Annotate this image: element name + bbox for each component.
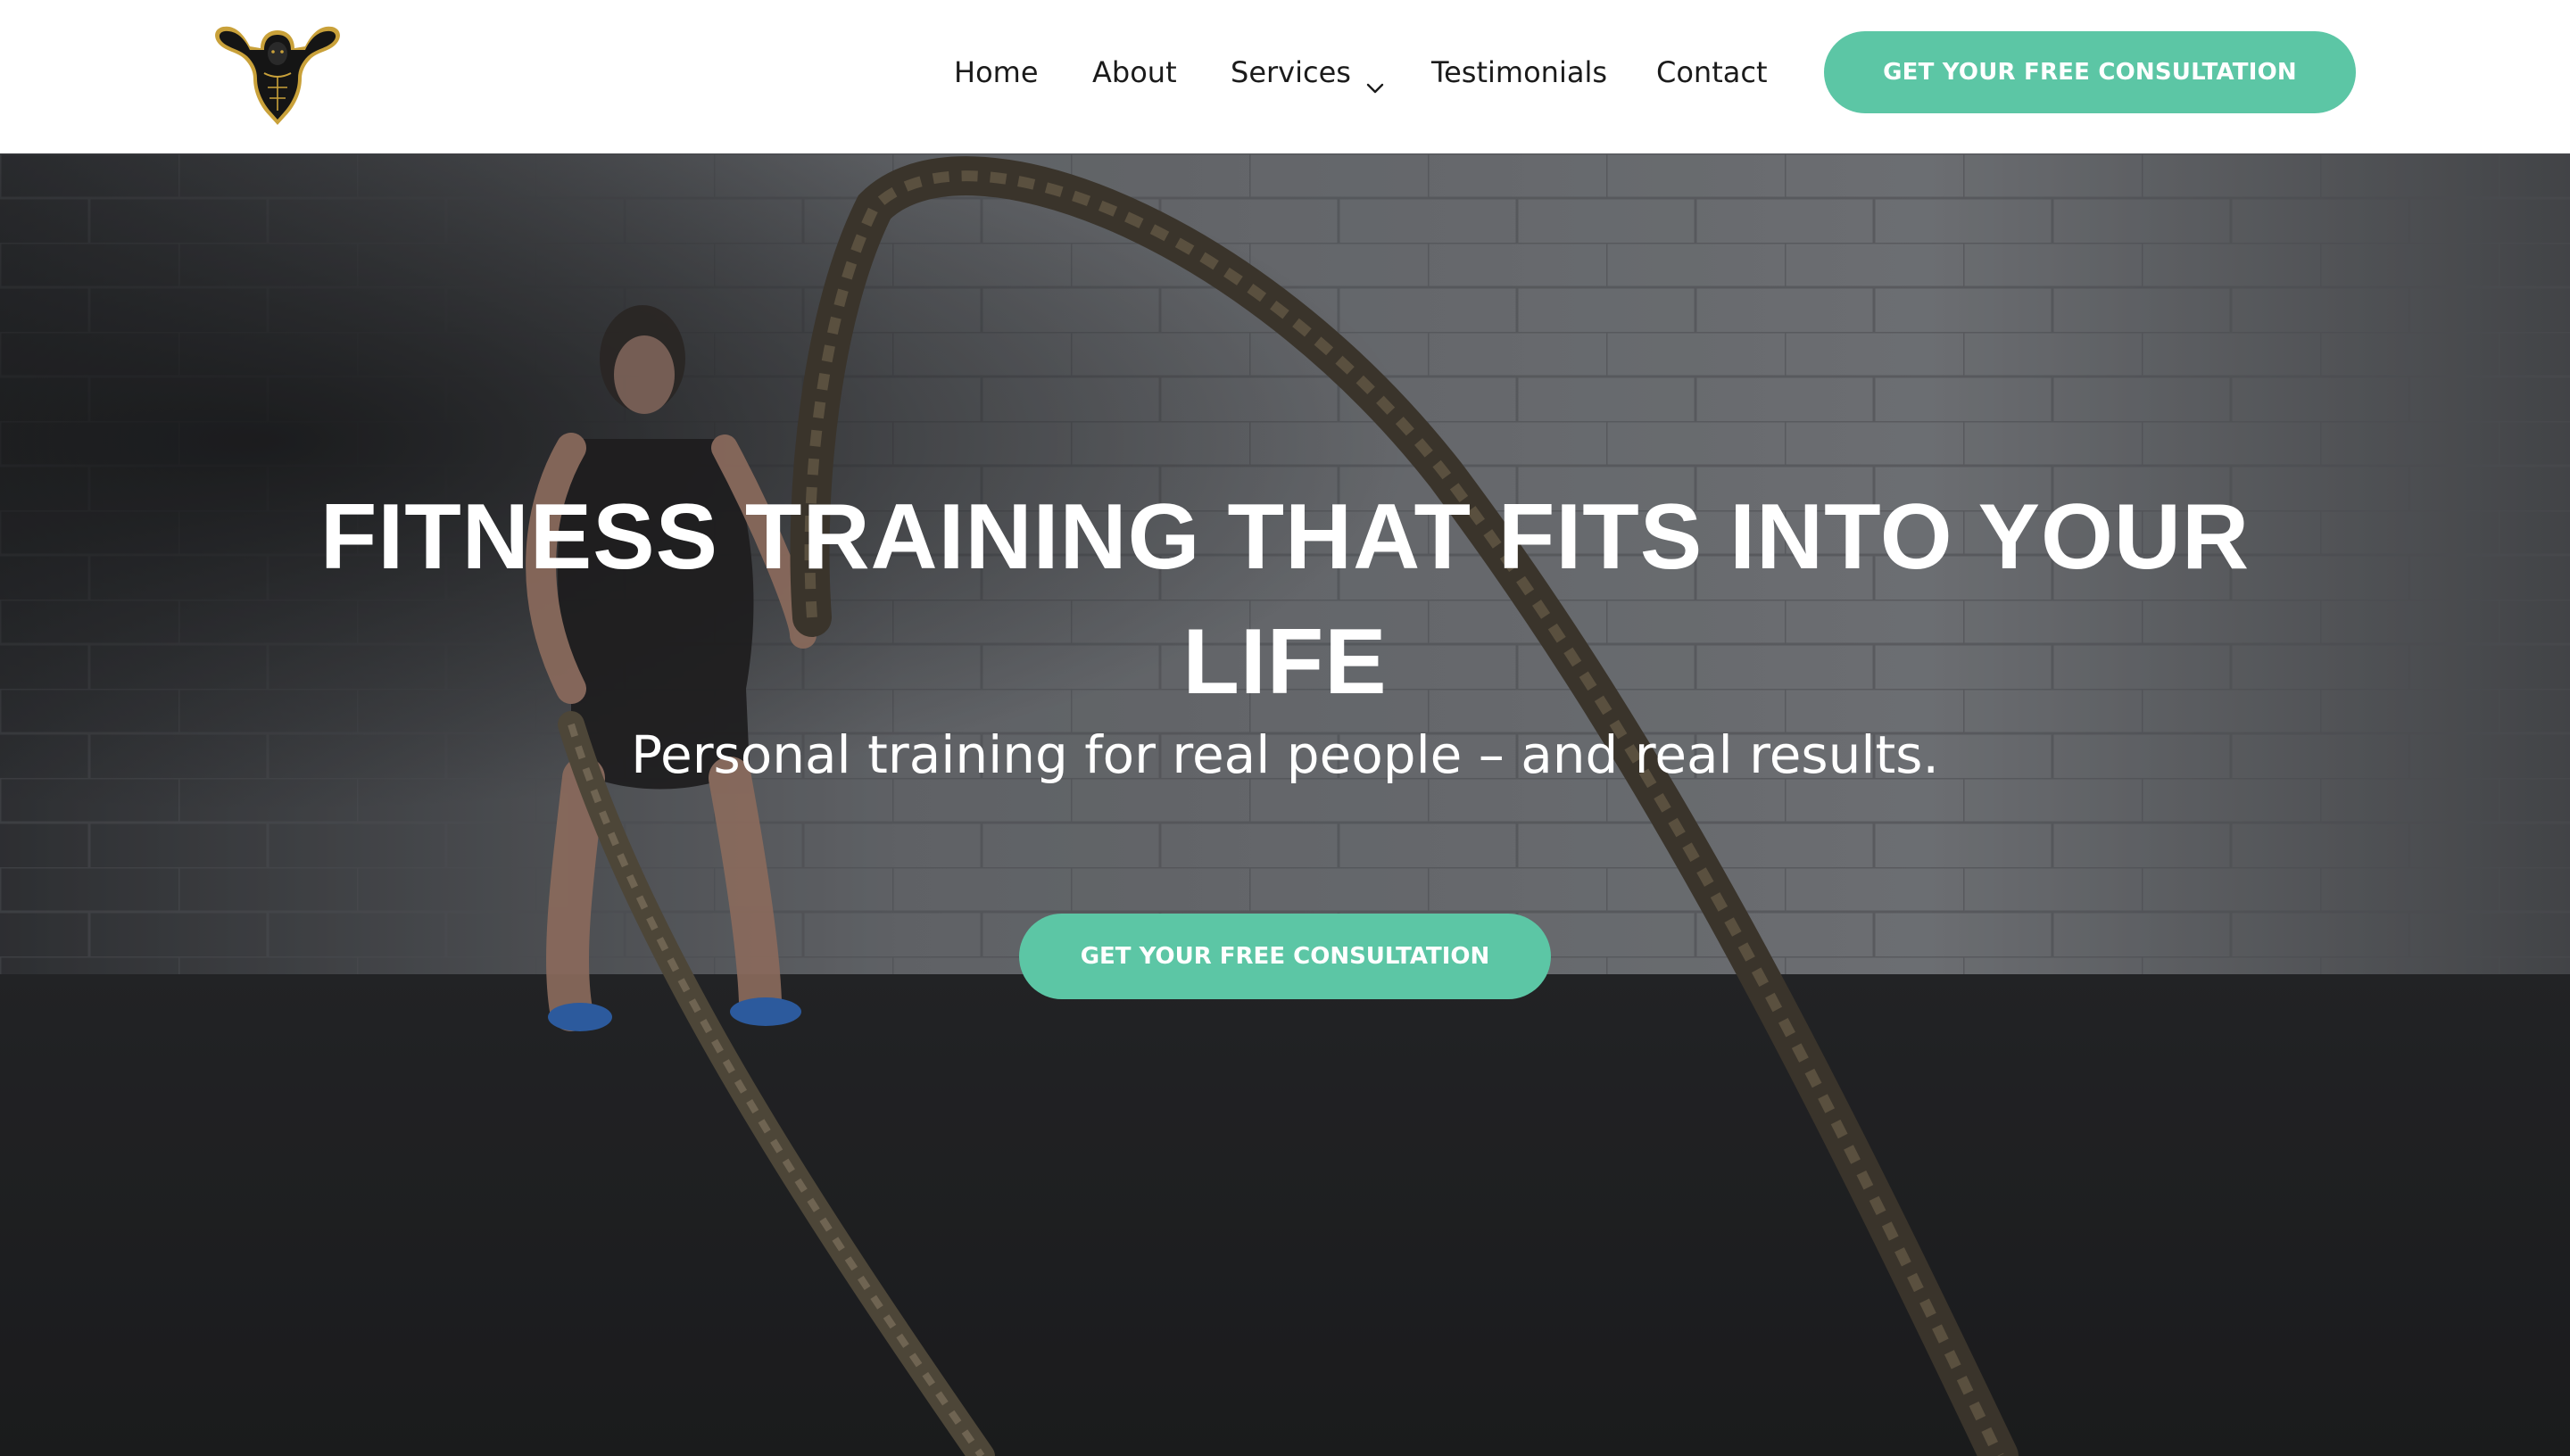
nav-home[interactable]: Home [954, 46, 1039, 98]
nav-services-label: Services [1231, 55, 1351, 89]
nav-contact[interactable]: Contact [1656, 46, 1768, 98]
free-consultation-hero-button[interactable]: GET YOUR FREE CONSULTATION [1019, 914, 1551, 999]
muscle-man-logo-icon[interactable] [211, 14, 344, 128]
chevron-down-icon[interactable] [1365, 62, 1385, 94]
hero-title: FITNESS TRAINING THAT FITS INTO YOUR LIF… [319, 485, 2251, 714]
nav-about[interactable]: About [1092, 46, 1177, 98]
free-consultation-header-button[interactable]: GET YOUR FREE CONSULTATION [1824, 31, 2356, 113]
nav-services[interactable]: Services [1231, 46, 1385, 98]
hero-subtitle: Personal training for real people – and … [631, 724, 1939, 785]
hero-background-photo [0, 153, 2570, 1456]
site-header: Home About Services Testimonials Contact… [0, 0, 2570, 153]
hero-section: FITNESS TRAINING THAT FITS INTO YOUR LIF… [0, 153, 2570, 1456]
nav-testimonials[interactable]: Testimonials [1431, 46, 1607, 98]
